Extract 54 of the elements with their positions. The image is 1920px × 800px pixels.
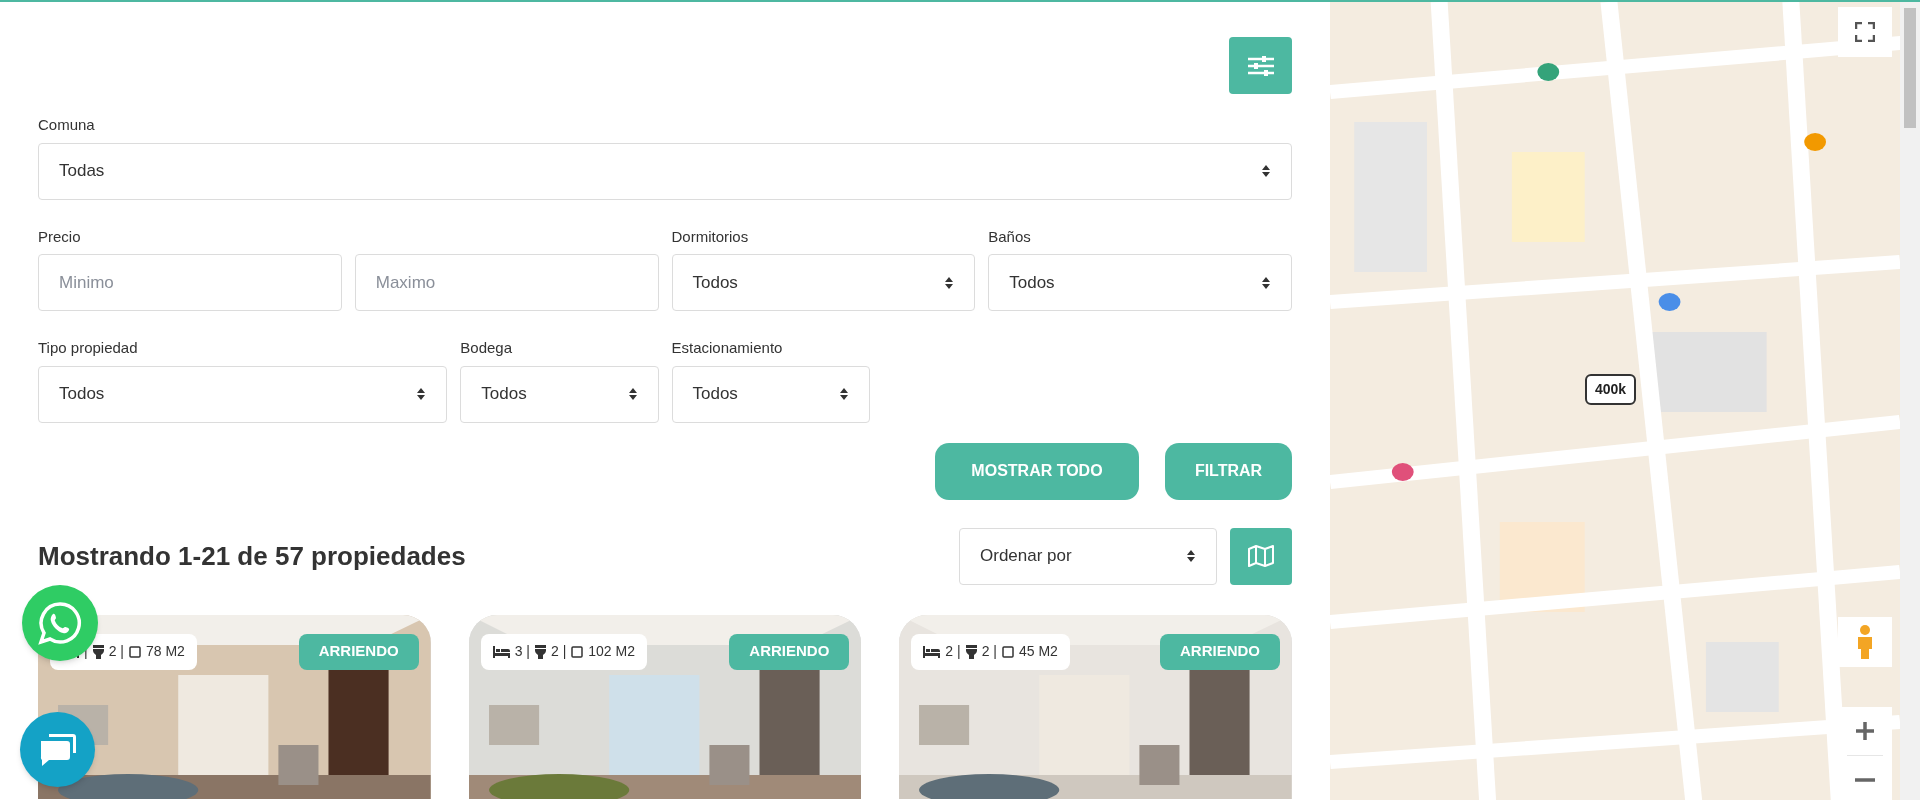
person-icon (1856, 625, 1874, 659)
bed-icon (923, 645, 941, 658)
select-caret-icon (1261, 275, 1271, 290)
features-pill: 3 | 2 | 102 M2 (480, 633, 647, 670)
fullscreen-icon (1855, 22, 1875, 42)
filter-label: Precio (38, 226, 82, 247)
filter-label: Estacionamiento (671, 338, 784, 358)
bed-icon (492, 645, 510, 658)
select-caret-icon (1186, 549, 1196, 563)
minus-icon (1855, 778, 1875, 782)
toilet-icon (92, 644, 104, 659)
property-card[interactable]: 3 | 2 | 102 M2 ARRIENDO (468, 614, 862, 799)
street-view-button[interactable] (1838, 617, 1892, 667)
filter-label: Baños (988, 226, 1032, 247)
sort-select[interactable]: Ordenar por (959, 527, 1217, 585)
map-icon (1248, 545, 1274, 567)
square-icon (571, 645, 584, 658)
select-caret-icon (627, 387, 638, 401)
plus-icon (1855, 721, 1875, 741)
toilet-icon (534, 644, 546, 659)
price-marker[interactable]: 400k (1585, 374, 1637, 405)
price-input[interactable]: Maximo (354, 254, 659, 311)
scrollbar[interactable] (1900, 2, 1920, 800)
dropdown-select[interactable]: Todos (671, 254, 976, 311)
select-caret-icon (416, 387, 427, 401)
square-icon (128, 645, 141, 658)
select-caret-icon (944, 275, 955, 290)
filter-label: Dormitorios (671, 226, 750, 247)
listing-badge: ARRIENDO (298, 633, 419, 670)
dropdown-select[interactable]: Todas (38, 142, 1292, 200)
property-card[interactable]: 2 | 2 | 45 M2 ARRIENDO (899, 614, 1292, 799)
sliders-icon (1247, 54, 1274, 77)
dropdown-select[interactable]: Todos (671, 365, 870, 423)
chat-icon (38, 731, 77, 768)
fullscreen-button[interactable] (1838, 7, 1892, 57)
dropdown-select[interactable]: Todos (38, 365, 448, 423)
features-pill: 2 | 2 | 45 M2 (911, 633, 1070, 670)
price-input[interactable]: Minimo (38, 254, 342, 311)
select-caret-icon (838, 387, 849, 401)
listing-badge: ARRIENDO (729, 633, 850, 670)
filter-label: Bodega (460, 338, 514, 358)
square-icon (1001, 645, 1014, 658)
whatsapp-button[interactable] (22, 585, 98, 661)
dropdown-select[interactable]: Todos (460, 365, 659, 423)
whatsapp-icon (38, 601, 82, 645)
filter-toggle-button[interactable] (1229, 37, 1292, 94)
map-view-button[interactable] (1230, 527, 1292, 585)
listing-badge: ARRIENDO (1159, 633, 1280, 670)
dropdown-select[interactable]: Todos (988, 254, 1292, 311)
toilet-icon (965, 644, 977, 659)
select-caret-icon (1261, 164, 1271, 178)
filter-label: Tipo propiedad (38, 338, 139, 358)
filter-label: Comuna (38, 115, 96, 135)
results-heading: Mostrando 1-21 de 57 propiedades (38, 539, 466, 573)
